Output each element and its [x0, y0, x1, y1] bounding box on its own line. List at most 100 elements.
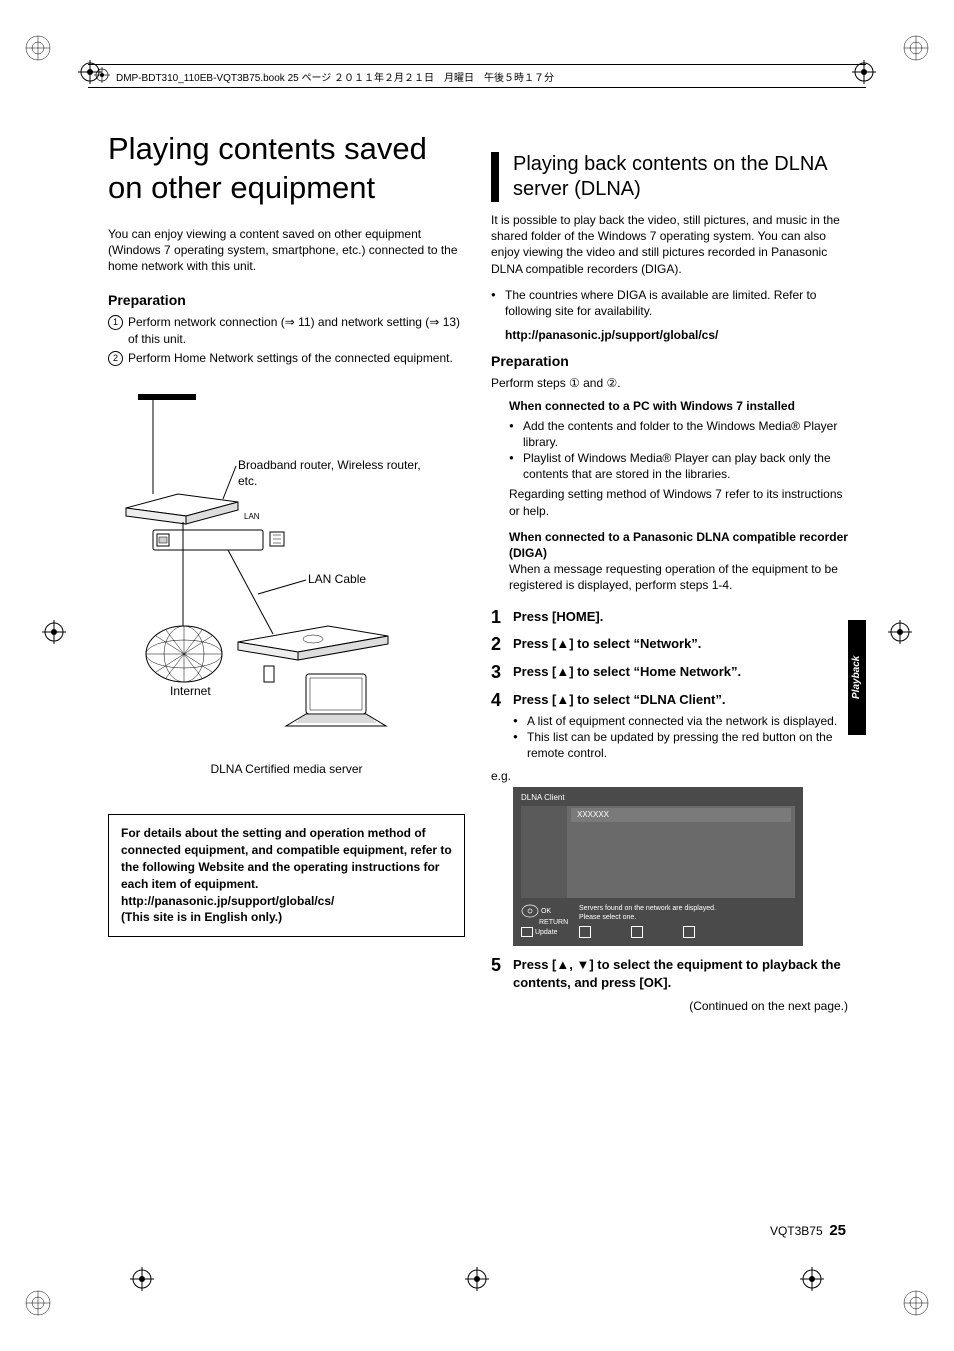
dlna-screenshot: DLNA Client XXXXXX OK RETURN	[513, 787, 803, 946]
diagram-label-lan: LAN	[244, 512, 260, 522]
color-button-icon	[521, 927, 533, 937]
step-number: 4	[491, 691, 513, 761]
crop-mark-icon	[24, 1289, 52, 1317]
section-tab: Playback	[848, 620, 866, 735]
page-footer: VQT3B75 25	[770, 1222, 846, 1239]
document-page: DMP-BDT310_110EB-VQT3B75.book 25 ページ ２０１…	[0, 0, 954, 1351]
left-column: Playing contents saved on other equipmen…	[108, 130, 465, 1013]
registration-mark-icon	[800, 1267, 824, 1291]
legend-message: Servers found on the network are display…	[579, 904, 795, 922]
prep-text: Perform network connection (⇒ 11) and ne…	[128, 314, 465, 348]
pc-bullets: Add the contents and folder to the Windo…	[509, 418, 848, 483]
intro-paragraph: It is possible to play back the video, s…	[491, 212, 848, 277]
page-title: Playing contents saved on other equipmen…	[108, 130, 465, 208]
heading-bar-icon	[491, 152, 499, 202]
screen-legend-right: Servers found on the network are display…	[579, 904, 795, 938]
color-button-icon	[631, 926, 643, 938]
section-title: Playing back contents on the DLNA server…	[513, 152, 848, 202]
crop-mark-icon	[24, 34, 52, 62]
doc-code: VQT3B75	[770, 1224, 823, 1238]
diga-text: When a message requesting operation of t…	[509, 561, 848, 593]
step-item: 1 Press [HOME].	[491, 608, 848, 628]
right-column: Playing back contents on the DLNA server…	[491, 130, 848, 1013]
list-item: This list can be updated by pressing the…	[513, 729, 848, 761]
list-item: The countries where DIGA is available ar…	[491, 287, 848, 319]
diagram-label-router: Broadband router, Wireless router, etc.	[238, 458, 438, 489]
screen-title: DLNA Client	[521, 793, 795, 802]
step-list: 1 Press [HOME]. 2 Press [▲] to select “N…	[491, 608, 848, 762]
page-number: 25	[829, 1222, 846, 1239]
screen-left-strip	[521, 806, 567, 898]
color-button-icon	[683, 926, 695, 938]
prep-text: Perform Home Network settings of the con…	[128, 350, 465, 367]
color-buttons	[579, 926, 795, 938]
registration-mark-icon	[130, 1267, 154, 1291]
registration-mark-icon	[465, 1267, 489, 1291]
step-text: Press [▲] to select “Home Network”.	[513, 664, 741, 679]
step-text: Press [HOME].	[513, 609, 603, 624]
screen-right-area: XXXXXX	[567, 806, 795, 898]
list-item: A list of equipment connected via the ne…	[513, 713, 848, 729]
content-area: Playing contents saved on other equipmen…	[108, 130, 848, 1013]
step-item: 4 Press [▲] to select “DLNA Client”. A l…	[491, 691, 848, 761]
step-list-continued: 5 Press [▲, ▼] to select the equipment t…	[491, 956, 848, 991]
step-number: 3	[491, 663, 513, 683]
circled-number-icon: 2	[108, 350, 128, 367]
section-heading: Playing back contents on the DLNA server…	[491, 152, 848, 202]
preparation-heading: Preparation	[108, 292, 465, 308]
registration-mark-icon	[94, 67, 110, 86]
continued-note: (Continued on the next page.)	[491, 999, 848, 1013]
prep-item: 2 Perform Home Network settings of the c…	[108, 350, 465, 367]
diagram-label-lancable: LAN Cable	[308, 572, 366, 588]
preparation-heading: Preparation	[491, 353, 848, 369]
prep-intro: Perform steps ① and ②.	[491, 375, 848, 391]
step-text: Press [▲] to select “Network”.	[513, 636, 701, 651]
circled-number-icon: 1	[108, 314, 128, 348]
step-item: 5 Press [▲, ▼] to select the equipment t…	[491, 956, 848, 991]
color-button-icon	[579, 926, 591, 938]
crop-mark-icon	[902, 1289, 930, 1317]
availability-list: The countries where DIGA is available ar…	[491, 287, 848, 319]
diga-subsection: When connected to a Panasonic DLNA compa…	[509, 529, 848, 594]
step-item: 3 Press [▲] to select “Home Network”.	[491, 663, 848, 683]
note-box: For details about the setting and operat…	[108, 814, 465, 937]
screen-legend-left: OK RETURN Update	[521, 904, 579, 937]
screen-footer: OK RETURN Update Servers found on the ne…	[521, 904, 795, 938]
legend-update: Update	[535, 929, 558, 936]
legend-return: RETURN	[539, 919, 568, 926]
list-text: Add the contents and folder to the Windo…	[523, 418, 848, 450]
pc-heading: When connected to a PC with Windows 7 in…	[509, 398, 848, 414]
step-text: Press [▲, ▼] to select the equipment to …	[513, 957, 841, 990]
step-item: 2 Press [▲] to select “Network”.	[491, 635, 848, 655]
step4-bullets: A list of equipment connected via the ne…	[513, 713, 848, 762]
step-number: 2	[491, 635, 513, 655]
intro-paragraph: You can enjoy viewing a content saved on…	[108, 226, 465, 275]
header-text: DMP-BDT310_110EB-VQT3B75.book 25 ページ ２０１…	[116, 69, 554, 84]
network-diagram: Broadband router, Wireless router, etc. …	[108, 394, 465, 784]
header-bar: DMP-BDT310_110EB-VQT3B75.book 25 ページ ２０１…	[88, 64, 866, 88]
registration-mark-icon	[42, 620, 66, 644]
dpad-icon	[521, 904, 539, 918]
pc-subsection: When connected to a PC with Windows 7 in…	[509, 398, 848, 519]
preparation-list: 1 Perform network connection (⇒ 11) and …	[108, 314, 465, 366]
diga-heading: When connected to a Panasonic DLNA compa…	[509, 529, 848, 561]
list-text: The countries where DIGA is available ar…	[505, 287, 848, 319]
step-number: 5	[491, 956, 513, 991]
list-item: Playlist of Windows Media® Player can pl…	[509, 450, 848, 482]
list-text: Playlist of Windows Media® Player can pl…	[523, 450, 848, 482]
support-url: http://panasonic.jp/support/global/cs/	[505, 327, 848, 343]
prep-item: 1 Perform network connection (⇒ 11) and …	[108, 314, 465, 348]
example-label: e.g.	[491, 769, 848, 783]
list-text: A list of equipment connected via the ne…	[527, 713, 837, 729]
screen-row: XXXXXX	[571, 808, 791, 822]
legend-ok: OK	[541, 908, 551, 915]
list-item: Add the contents and folder to the Windo…	[509, 418, 848, 450]
crop-mark-icon	[902, 34, 930, 62]
diagram-caption: DLNA Certified media server	[108, 762, 465, 778]
diagram-label-internet: Internet	[170, 684, 211, 700]
screen-body: XXXXXX	[521, 806, 795, 898]
list-text: This list can be updated by pressing the…	[527, 729, 848, 761]
step-text: Press [▲] to select “DLNA Client”.	[513, 692, 725, 707]
step-number: 1	[491, 608, 513, 628]
pc-note: Regarding setting method of Windows 7 re…	[509, 486, 848, 518]
